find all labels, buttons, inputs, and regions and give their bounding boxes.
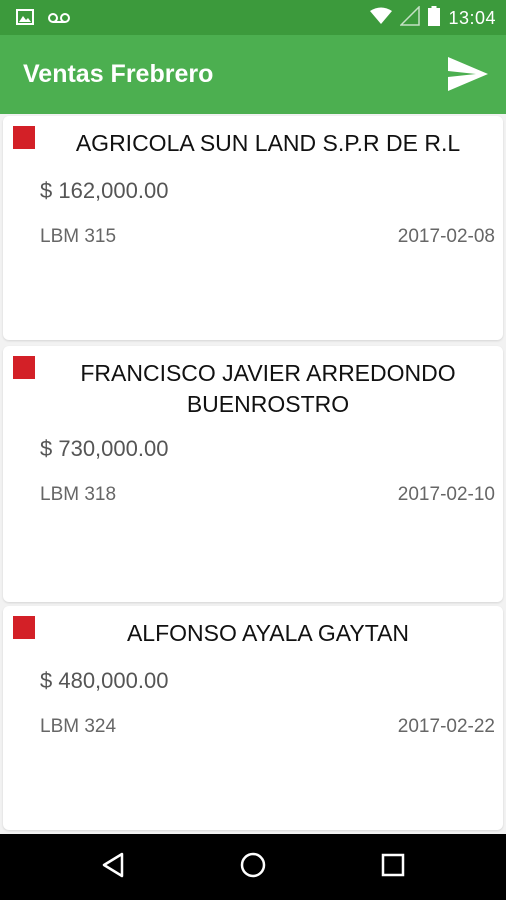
recents-icon	[381, 853, 405, 882]
client-name: FRANCISCO JAVIER ARREDONDO BUENROSTRO	[80, 360, 456, 417]
sale-date: 2017-02-22	[397, 716, 495, 737]
sale-code: LBM 318	[40, 484, 117, 505]
send-icon	[447, 56, 489, 97]
image-icon	[16, 9, 34, 30]
sale-amount: $ 730,000.00	[40, 436, 169, 461]
home-button[interactable]	[233, 847, 273, 887]
status-bar: 13:04	[0, 0, 506, 35]
sale-amount: $ 162,000.00	[40, 178, 169, 203]
sale-card[interactable]: ALFONSO AYALA GAYTAN $ 480,000.00 LBM 32…	[3, 606, 503, 830]
status-flag	[13, 126, 35, 149]
app-bar: Ventas Frebrero	[0, 35, 506, 114]
status-time: 13:04	[448, 8, 496, 28]
recents-button[interactable]	[373, 847, 413, 887]
nav-bar	[0, 834, 506, 900]
voicemail-icon	[48, 11, 70, 29]
sale-date: 2017-02-10	[397, 484, 495, 505]
page-title: Ventas Frebrero	[23, 60, 214, 88]
signal-icon	[399, 5, 421, 31]
send-button[interactable]	[444, 52, 492, 100]
sale-code: LBM 324	[40, 716, 117, 737]
sale-card[interactable]: FRANCISCO JAVIER ARREDONDO BUENROSTRO $ …	[3, 346, 503, 602]
back-icon	[101, 852, 125, 883]
battery-icon	[428, 6, 441, 31]
sale-amount: $ 480,000.00	[40, 668, 169, 693]
sales-list: AGRICOLA SUN LAND S.P.R DE R.L $ 162,000…	[0, 114, 506, 834]
sale-date: 2017-02-08	[397, 226, 495, 247]
status-system: 13:04	[370, 5, 496, 31]
status-flag	[13, 616, 35, 639]
client-name: AGRICOLA SUN LAND S.P.R DE R.L	[75, 130, 461, 156]
client-name: ALFONSO AYALA GAYTAN	[126, 620, 410, 646]
status-notifications	[16, 9, 70, 30]
wifi-icon	[370, 7, 393, 30]
sale-card[interactable]: AGRICOLA SUN LAND S.P.R DE R.L $ 162,000…	[3, 116, 503, 340]
home-icon	[239, 851, 267, 884]
status-flag	[13, 356, 35, 379]
back-button[interactable]	[93, 847, 133, 887]
sale-code: LBM 315	[40, 226, 117, 247]
